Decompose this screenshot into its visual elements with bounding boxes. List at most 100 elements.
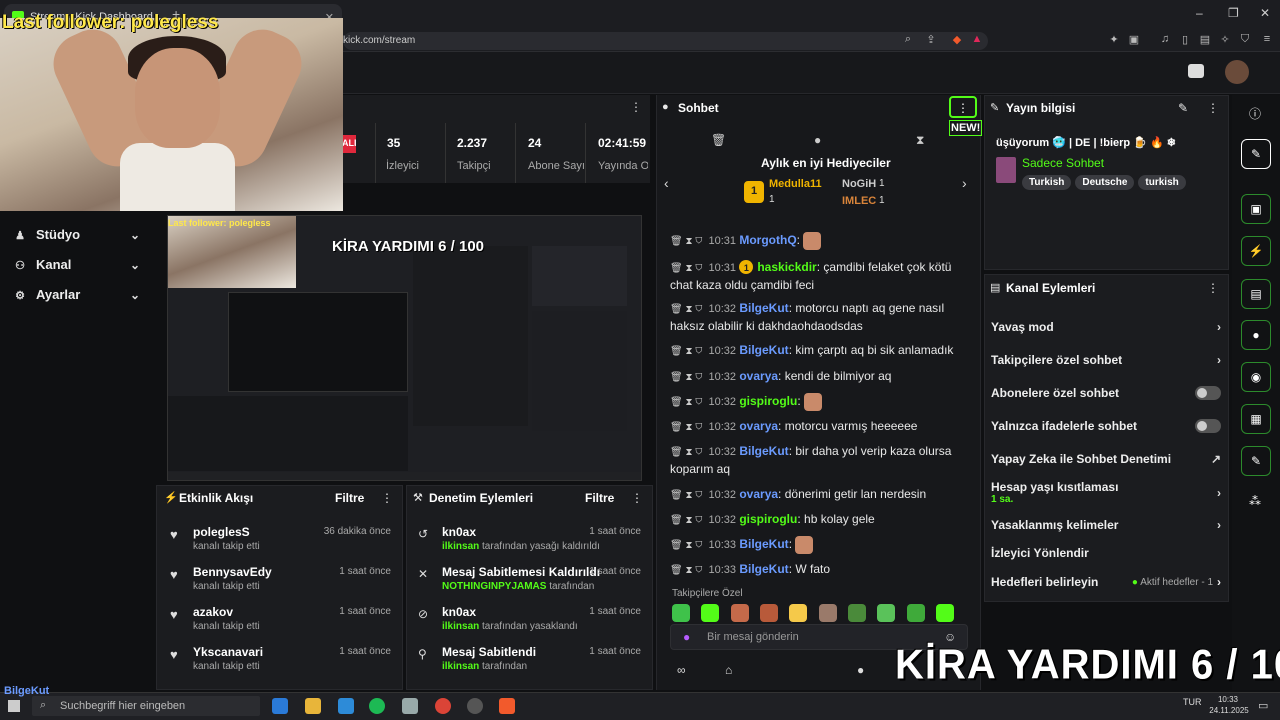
trash-icon[interactable]: 🗑 ⧗ ⛉ — [670, 372, 702, 383]
channel-action-item[interactable]: İzleyici Yönlendir — [991, 546, 1221, 560]
trash-icon[interactable]: 🗑 ⧗ ⛉ — [670, 422, 702, 433]
emote-icon[interactable] — [877, 604, 896, 622]
emote-icon[interactable] — [760, 604, 779, 622]
moderation-actor[interactable]: ilkinsan — [442, 661, 479, 672]
trash-icon[interactable]: 🗑 ⧗ ⛉ — [670, 490, 702, 501]
edit-rail-button[interactable]: ✎ — [1241, 139, 1271, 169]
activity-more-icon[interactable]: ⋮ — [381, 491, 393, 505]
zoom-icon[interactable]: ⌕ — [901, 33, 915, 47]
chat-username[interactable]: BilgeKut — [739, 444, 788, 458]
infinity-icon[interactable]: ∞ — [677, 663, 686, 677]
emote-icon[interactable] — [672, 604, 690, 622]
screenshot-rail-button[interactable]: ▣ — [1241, 194, 1271, 224]
activity-name[interactable]: Ykscanavari — [193, 645, 263, 659]
vpn-icon[interactable]: ⛉ — [1238, 33, 1252, 47]
minimize-button[interactable]: – — [1196, 6, 1203, 20]
nav-channel[interactable]: ⚇ Kanal ⌄ — [14, 257, 140, 272]
channel-action-item[interactable]: Abonelere özel sohbet — [991, 386, 1221, 400]
activity-filter-button[interactable]: Filtre — [335, 491, 364, 505]
leo-ai-icon[interactable]: ✧ — [1218, 33, 1232, 47]
moderation-actor[interactable]: NOTHINGINPYJAMAS — [442, 581, 546, 592]
chat-username[interactable]: BilgeKut — [739, 562, 788, 576]
bolt-rail-button[interactable]: ⚡ — [1241, 236, 1271, 266]
chat-username[interactable]: haskickdir — [757, 260, 816, 274]
info-more-icon[interactable]: ⋮ — [1207, 101, 1219, 115]
hourglass-icon[interactable]: ⧗ — [916, 133, 924, 148]
moderation-actor[interactable]: ilkinsan — [442, 621, 479, 632]
moderation-item-title[interactable]: Mesaj Sabitlemesi Kaldırıldı — [442, 565, 600, 579]
brave-rewards-icon[interactable]: ▲ — [970, 33, 984, 47]
chat-username[interactable]: BilgeKut — [739, 537, 788, 551]
channel-action-item[interactable]: Hesap yaşı kısıtlaması 1 sa. › — [991, 480, 1221, 505]
chat-username[interactable]: BilgeKut — [739, 343, 788, 357]
trash-icon[interactable]: 🗑 ⧗ ⛉ — [670, 515, 702, 526]
wrench-rail-button[interactable]: ✎ — [1241, 446, 1271, 476]
obs-icon[interactable] — [467, 698, 483, 714]
edge-icon[interactable] — [272, 698, 288, 714]
activity-name[interactable]: azakov — [193, 605, 233, 619]
close-window-button[interactable]: ✕ — [1260, 6, 1270, 20]
category-name[interactable]: Sadece Sohbet — [1022, 156, 1104, 170]
menu-icon[interactable]: ≡ — [1260, 33, 1274, 47]
emote-icon[interactable] — [730, 604, 749, 622]
chat-more-button[interactable]: ⋮ — [949, 96, 977, 118]
language-indicator[interactable]: TUR — [1183, 697, 1202, 707]
apps-icon[interactable]: ⁂ — [1249, 494, 1261, 508]
layout-rail-button[interactable]: ▦ — [1241, 404, 1271, 434]
moderation-item-title[interactable]: Mesaj Sabitlendi — [442, 645, 536, 659]
nav-studio[interactable]: ♟ Stüdyo ⌄ — [14, 227, 140, 242]
maximize-button[interactable]: ❐ — [1228, 6, 1239, 20]
windows-start-icon[interactable] — [8, 700, 20, 712]
emote-icon[interactable] — [818, 604, 837, 622]
share-icon[interactable]: ⇪ — [924, 33, 938, 47]
moderation-actor[interactable]: ilkinsan — [442, 541, 479, 552]
emote-icon[interactable] — [701, 604, 720, 622]
chrome-icon[interactable] — [435, 698, 451, 714]
chat-username[interactable]: BilgeKut — [739, 301, 788, 315]
file-explorer-icon[interactable] — [305, 698, 321, 714]
channel-action-item[interactable]: Yavaş mod › — [991, 320, 1221, 334]
extensions-icon[interactable]: ✦ — [1107, 33, 1121, 47]
nav-settings[interactable]: ⚙ Ayarlar ⌄ — [14, 287, 140, 302]
chat-bubble-small-icon[interactable]: ● — [857, 663, 864, 677]
edit-pencil-icon[interactable]: ✎ — [1178, 101, 1188, 115]
moderation-filter-button[interactable]: Filtre — [585, 491, 614, 505]
brave-icon[interactable] — [499, 698, 515, 714]
store-icon[interactable]: ⌂ — [725, 663, 732, 677]
trash-icon[interactable]: 🗑 ⧗ ⛉ — [670, 397, 702, 408]
mail-icon[interactable] — [338, 698, 354, 714]
clipboard-rail-button[interactable]: ▤ — [1241, 279, 1271, 309]
chat-rail-button[interactable]: ● — [1241, 320, 1271, 350]
broadcast-rail-button[interactable]: ◉ — [1241, 362, 1271, 392]
chat-username[interactable]: ovarya — [739, 419, 778, 433]
avatar[interactable] — [1225, 60, 1249, 84]
sidebar-icon[interactable]: ▯ — [1178, 33, 1192, 47]
moderation-item-title[interactable]: kn0ax — [442, 605, 476, 619]
activity-name[interactable]: BennysavEdy — [193, 565, 272, 579]
emote-icon[interactable] — [936, 604, 955, 622]
address-bar[interactable]: kick.com/stream — [343, 32, 988, 50]
chat-settings-icon[interactable]: ● — [814, 133, 821, 147]
channel-action-item[interactable]: Yalnızca ifadelerle sohbet — [991, 419, 1221, 433]
chat-username[interactable]: gispiroglu — [739, 512, 797, 526]
calculator-icon[interactable] — [402, 698, 418, 714]
trash-icon[interactable]: 🗑 ⧗ ⛉ — [670, 447, 702, 458]
trash-icon[interactable]: 🗑 ⧗ ⛉ — [670, 236, 702, 247]
stream-mode-icon[interactable] — [1188, 64, 1204, 78]
channel-action-item[interactable]: Hedefleri belirleyin ● Aktif hedefler - 1… — [991, 575, 1221, 589]
brave-shield-icon[interactable]: ◆ — [950, 33, 964, 47]
trash-icon[interactable]: 🗑 ⧗ ⛉ — [670, 304, 702, 315]
trash-icon[interactable]: 🗑 — [711, 133, 726, 147]
channel-action-item[interactable]: Takipçilere özel sohbet › — [991, 353, 1221, 367]
chat-username[interactable]: ovarya — [739, 369, 778, 383]
taskbar-search[interactable]: Suchbegriff hier eingeben — [32, 696, 260, 716]
toggle-switch[interactable] — [1195, 419, 1221, 433]
info-icon[interactable]: ⓘ — [1249, 105, 1261, 122]
wallet-icon[interactable]: ▤ — [1198, 33, 1212, 47]
trash-icon[interactable]: 🗑 ⧗ ⛉ — [670, 565, 702, 576]
chat-username[interactable]: MorgothQ — [739, 233, 796, 247]
chat-username[interactable]: gispiroglu — [739, 394, 797, 408]
toggle-switch[interactable] — [1195, 386, 1221, 400]
trash-icon[interactable]: 🗑 ⧗ ⛉ — [670, 346, 702, 357]
stats-more-icon[interactable]: ⋮ — [630, 100, 642, 114]
